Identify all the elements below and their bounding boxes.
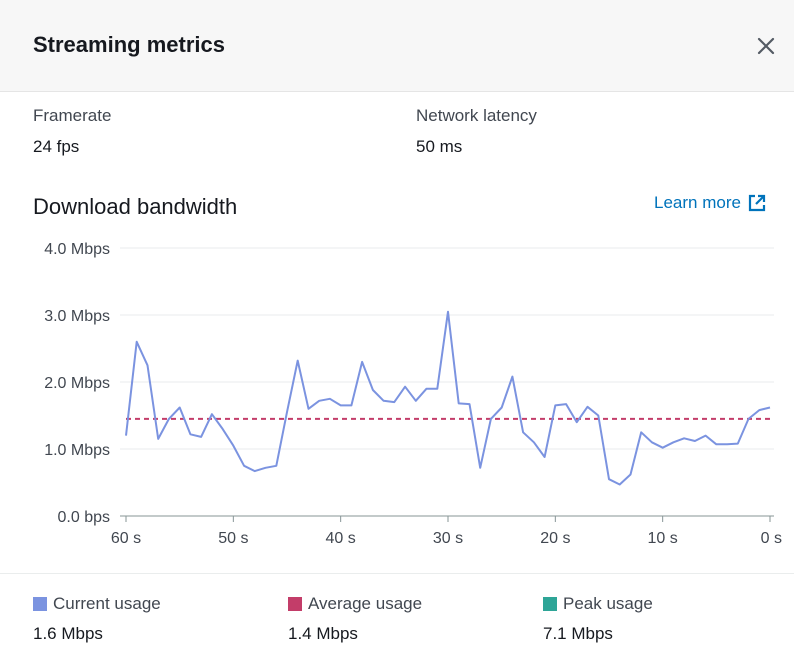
- learn-more-label: Learn more: [654, 193, 741, 212]
- current-usage-line: [125, 310, 771, 486]
- framerate-label: Framerate: [33, 106, 112, 125]
- x-tick-label: 30 s: [433, 530, 463, 547]
- legend-current-usage: Current usage: [33, 594, 161, 614]
- peak-usage-swatch: [543, 597, 557, 611]
- close-icon: [757, 37, 775, 55]
- y-tick-label: 2.0 Mbps: [44, 375, 110, 392]
- network-latency-value: 50 ms: [416, 137, 463, 156]
- current-usage-value: 1.6 Mbps: [33, 624, 103, 643]
- x-tick-label: 0 s: [761, 530, 782, 547]
- x-tick-label: 20 s: [540, 530, 570, 547]
- x-tick-label: 10 s: [648, 530, 678, 547]
- legend-divider: [0, 573, 794, 574]
- y-tick-label: 4.0 Mbps: [44, 241, 110, 258]
- streaming-metrics-panel: Streaming metrics Framerate 24 fps Netwo…: [0, 0, 794, 656]
- peak-usage-label: Peak usage: [563, 594, 653, 613]
- peak-usage-value: 7.1 Mbps: [543, 624, 613, 643]
- average-usage-swatch: [288, 597, 302, 611]
- close-button[interactable]: [752, 32, 780, 60]
- external-link-icon: [748, 194, 766, 212]
- y-tick-label: 0.0 bps: [58, 509, 110, 526]
- framerate-value: 24 fps: [33, 137, 80, 156]
- x-tick-label: 40 s: [326, 530, 356, 547]
- y-tick-label: 3.0 Mbps: [44, 308, 110, 325]
- panel-title: Streaming metrics: [33, 32, 225, 57]
- download-bandwidth-chart: 0.0 bps 1.0 Mbps 2.0 Mbps 3.0 Mbps 4.0 Mbps 6…: [44, 241, 782, 547]
- x-tick-label: 60 s: [111, 530, 141, 547]
- average-usage-value: 1.4 Mbps: [288, 624, 358, 643]
- legend-average-usage: Average usage: [288, 594, 422, 614]
- network-latency-label: Network latency: [416, 106, 537, 125]
- current-usage-label: Current usage: [53, 594, 161, 613]
- average-usage-label: Average usage: [308, 594, 423, 613]
- legend-peak-usage: Peak usage: [543, 594, 653, 614]
- y-tick-label: 1.0 Mbps: [44, 442, 110, 459]
- current-usage-swatch: [33, 597, 47, 611]
- panel-header: Streaming metrics: [0, 0, 794, 92]
- learn-more-link[interactable]: Learn more: [654, 193, 767, 213]
- download-bandwidth-title: Download bandwidth: [33, 194, 238, 219]
- x-tick-label: 50 s: [218, 530, 248, 547]
